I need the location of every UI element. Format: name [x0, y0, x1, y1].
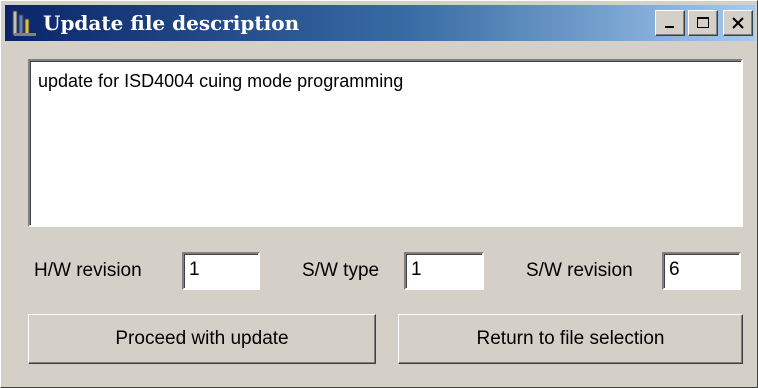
minimize-button[interactable]: [655, 10, 685, 36]
description-textarea[interactable]: update for ISD4004 cuing mode programmin…: [28, 59, 743, 227]
hw-revision-field[interactable]: 1: [182, 252, 260, 290]
title-bar[interactable]: Update file description: [5, 5, 755, 41]
sw-type-label: S/W type: [302, 260, 380, 281]
app-icon: [11, 9, 39, 37]
proceed-with-update-button[interactable]: Proceed with update: [28, 314, 376, 364]
close-icon: [732, 17, 744, 29]
window-title: Update file description: [43, 11, 300, 35]
hw-revision-label: H/W revision: [34, 260, 142, 281]
return-to-file-selection-button[interactable]: Return to file selection: [398, 314, 743, 364]
sw-revision-label: S/W revision: [526, 260, 633, 281]
sw-revision-field[interactable]: 6: [662, 252, 741, 290]
update-file-description-window: Update file description update for ISD40…: [0, 0, 758, 388]
sw-type-field[interactable]: 1: [404, 252, 484, 290]
close-button[interactable]: [723, 10, 753, 36]
maximize-icon: [697, 17, 709, 28]
minimize-icon: [665, 26, 674, 28]
maximize-button[interactable]: [688, 10, 718, 36]
